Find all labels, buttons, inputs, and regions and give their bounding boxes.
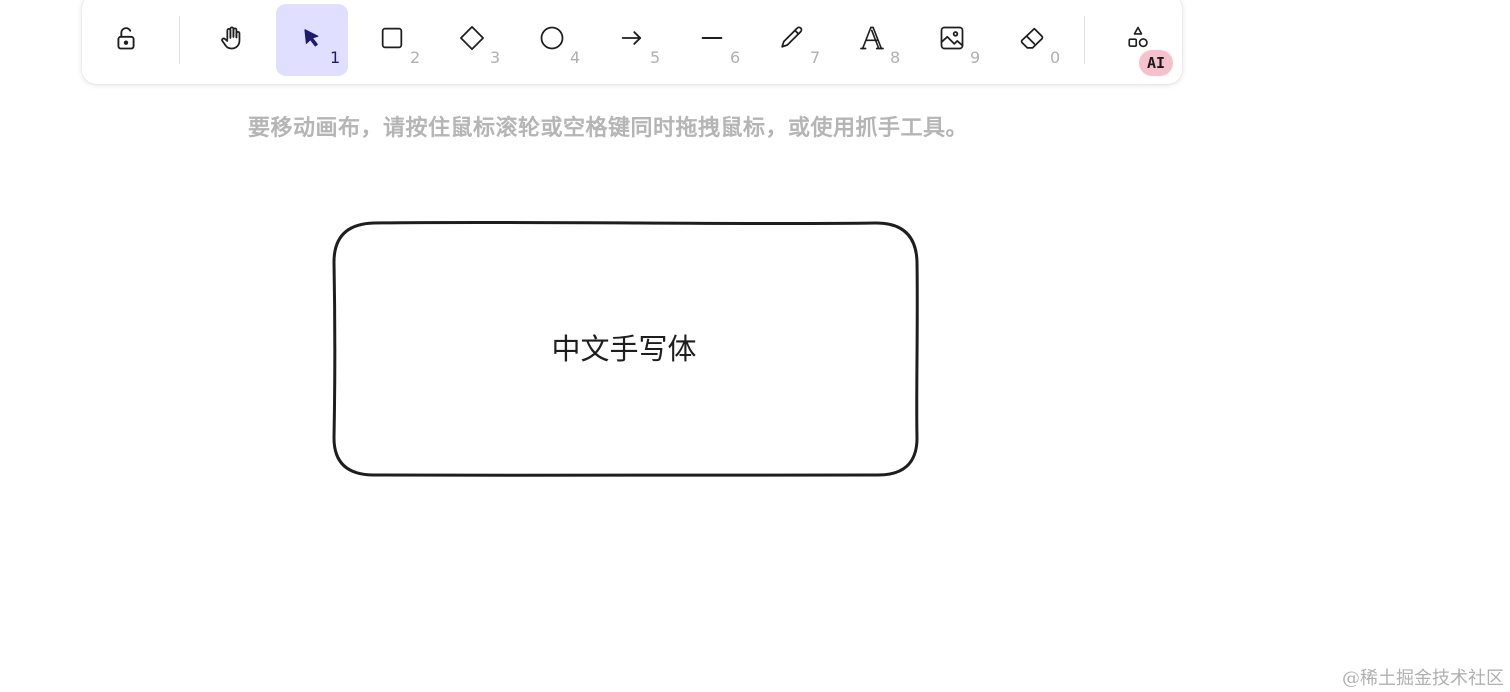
arrow-tool-button[interactable]: 5 (596, 4, 668, 76)
shortcut-key: 8 (890, 48, 901, 67)
toolbar-divider (179, 16, 180, 64)
eraser-tool-button[interactable]: 0 (996, 4, 1068, 76)
eraser-icon (1020, 27, 1044, 49)
text-icon (860, 26, 884, 50)
line-tool-button[interactable]: 6 (676, 4, 748, 76)
ai-badge: AI (1139, 50, 1173, 76)
shortcut-key: 9 (970, 48, 981, 67)
shortcut-key: 5 (650, 48, 661, 67)
watermark-text: @稀土掘金技术社区 (1342, 668, 1504, 689)
pencil-icon (781, 26, 803, 48)
image-icon (940, 26, 964, 50)
canvas-hint-text: 要移动画布，请按住鼠标滚轮或空格键同时拖拽鼠标，或使用抓手工具。 (248, 116, 969, 141)
line-icon (701, 36, 723, 40)
shape-text-label[interactable]: 中文手写体 (334, 326, 914, 368)
toolbar: 1 2 3 4 5 6 7 8 9 0 AI (82, 0, 1182, 84)
shortcut-key: 7 (810, 48, 821, 67)
shortcut-key: 3 (490, 48, 501, 67)
lock-open-icon (117, 27, 135, 50)
draw-tool-button[interactable]: 7 (756, 4, 828, 76)
selection-tool-button[interactable]: 1 (276, 4, 348, 76)
ellipse-tool-button[interactable]: 4 (516, 4, 588, 76)
square-icon (381, 27, 403, 49)
diamond-icon (460, 26, 484, 50)
drawing-canvas[interactable]: 1 2 3 4 5 6 7 8 9 0 AI 要移动画布，请按住鼠标滚轮或空格键… (0, 0, 1510, 692)
shortcut-key: 2 (410, 48, 421, 67)
hand-icon (221, 26, 241, 50)
lock-tool-button[interactable] (90, 4, 162, 76)
diamond-tool-button[interactable]: 3 (436, 4, 508, 76)
shortcut-key: 0 (1050, 48, 1061, 67)
shortcut-key: 6 (730, 48, 741, 67)
pointer-icon (304, 29, 319, 47)
toolbar-divider (1084, 16, 1085, 64)
shortcut-key: 4 (570, 48, 581, 67)
text-tool-button[interactable]: 8 (836, 4, 908, 76)
shapes-icon (1128, 26, 1148, 48)
image-tool-button[interactable]: 9 (916, 4, 988, 76)
rectangle-tool-button[interactable]: 2 (356, 4, 428, 76)
shortcut-key: 1 (330, 48, 341, 67)
circle-icon (540, 26, 564, 50)
arrow-right-icon (621, 31, 642, 45)
hand-tool-button[interactable] (196, 4, 268, 76)
